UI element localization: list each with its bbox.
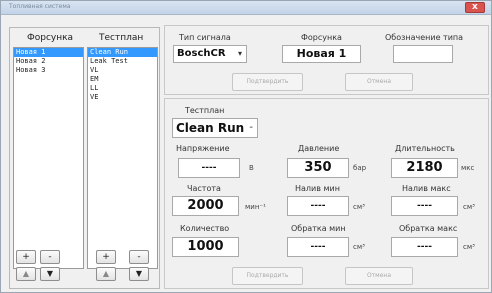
testplan-down-button[interactable]: ▼ bbox=[129, 267, 149, 281]
type-designation-input[interactable] bbox=[393, 45, 453, 63]
cancel-injector-button[interactable]: Отмена bbox=[345, 73, 413, 91]
fill-max-input[interactable]: ---- bbox=[391, 196, 458, 216]
fill-min-unit: см³ bbox=[353, 203, 365, 211]
testplan-label: Тестплан bbox=[185, 106, 225, 115]
injector-down-button[interactable]: ▼ bbox=[40, 267, 60, 281]
return-min-input[interactable]: ---- bbox=[287, 237, 349, 257]
fill-min-label: Налив мин bbox=[295, 184, 340, 193]
frequency-label: Частота bbox=[187, 184, 221, 193]
remove-injector-button[interactable]: - bbox=[40, 250, 60, 264]
injector-up-button[interactable]: ▲ bbox=[16, 267, 36, 281]
signal-type-label: Тип сигнала bbox=[179, 33, 231, 42]
pressure-unit: бар bbox=[353, 164, 367, 172]
testplan-list-header: Тестплан bbox=[99, 33, 144, 43]
left-pane: Форсунка Тестплан Новая 1 Новая 2 Новая … bbox=[9, 27, 160, 289]
pressure-input[interactable]: 350 bbox=[287, 158, 349, 178]
main-window: Топливная система Форсунка Тестплан Нова… bbox=[0, 0, 492, 293]
injector-label: Форсунка bbox=[301, 33, 342, 42]
return-max-input[interactable]: ---- bbox=[391, 237, 458, 257]
fill-max-label: Налив макс bbox=[402, 184, 451, 193]
testplan-list-item[interactable]: Leak Test bbox=[88, 57, 157, 66]
add-testplan-button[interactable]: + bbox=[96, 250, 116, 264]
return-min-label: Обратка мин bbox=[291, 224, 346, 233]
chevron-down-icon: ▾ bbox=[237, 49, 242, 58]
testplan-value: Clean Run bbox=[176, 121, 245, 135]
signal-type-value: BoschCR bbox=[177, 48, 226, 59]
chevron-down-icon: - bbox=[249, 122, 253, 133]
injector-list-header: Форсунка bbox=[27, 33, 74, 43]
window-title: Топливная система bbox=[9, 3, 71, 10]
type-designation-label: Обозначение типа bbox=[385, 33, 464, 42]
testplan-settings-group: Тестплан Clean Run - Напряжение ---- В Д… bbox=[164, 98, 489, 289]
testplan-list-item[interactable]: VE bbox=[88, 93, 157, 102]
testplan-select[interactable]: Clean Run - bbox=[172, 118, 258, 138]
confirm-testplan-button[interactable]: Подтвердить bbox=[232, 267, 303, 285]
voltage-input[interactable]: ---- bbox=[178, 158, 240, 178]
injector-list-item[interactable]: Новая 1 bbox=[14, 48, 83, 57]
injector-list[interactable]: Новая 1 Новая 2 Новая 3 bbox=[13, 47, 84, 269]
testplan-up-button[interactable]: ▲ bbox=[96, 267, 116, 281]
signal-type-select[interactable]: BoschCR ▾ bbox=[173, 45, 247, 63]
return-max-unit: см³ bbox=[463, 243, 475, 251]
confirm-injector-button[interactable]: Подтвердить bbox=[232, 73, 303, 91]
testplan-list[interactable]: Clean Run Leak Test VL EM LL VE bbox=[87, 47, 158, 269]
voltage-unit: В bbox=[249, 164, 254, 172]
testplan-list-item[interactable]: Clean Run bbox=[88, 48, 157, 57]
duration-label: Длительность bbox=[395, 144, 455, 153]
add-injector-button[interactable]: + bbox=[16, 250, 36, 264]
title-bar: Топливная система bbox=[1, 1, 491, 15]
testplan-list-item[interactable]: EM bbox=[88, 75, 157, 84]
cancel-testplan-button[interactable]: Отмена bbox=[345, 267, 413, 285]
return-max-label: Обратка макс bbox=[399, 224, 458, 233]
testplan-list-item[interactable]: LL bbox=[88, 84, 157, 93]
pressure-label: Давление bbox=[298, 144, 340, 153]
injector-list-item[interactable]: Новая 2 bbox=[14, 57, 83, 66]
frequency-unit: мин⁻¹ bbox=[245, 203, 266, 211]
injector-list-item[interactable]: Новая 3 bbox=[14, 66, 83, 75]
testplan-list-item[interactable]: VL bbox=[88, 66, 157, 75]
frequency-input[interactable]: 2000 bbox=[172, 196, 239, 216]
fill-max-unit: см³ bbox=[463, 203, 475, 211]
injector-name-input[interactable]: Новая 1 bbox=[282, 45, 361, 63]
return-min-unit: см³ bbox=[353, 243, 365, 251]
count-input[interactable]: 1000 bbox=[172, 237, 239, 257]
close-button[interactable] bbox=[465, 2, 485, 13]
duration-unit: мкс bbox=[461, 164, 475, 172]
remove-testplan-button[interactable]: - bbox=[129, 250, 149, 264]
duration-input[interactable]: 2180 bbox=[391, 158, 458, 178]
count-label: Количество bbox=[180, 224, 230, 233]
fill-min-input[interactable]: ---- bbox=[287, 196, 349, 216]
injector-settings-group: Тип сигнала BoschCR ▾ Форсунка Новая 1 О… bbox=[164, 25, 489, 95]
voltage-label: Напряжение bbox=[176, 144, 230, 153]
